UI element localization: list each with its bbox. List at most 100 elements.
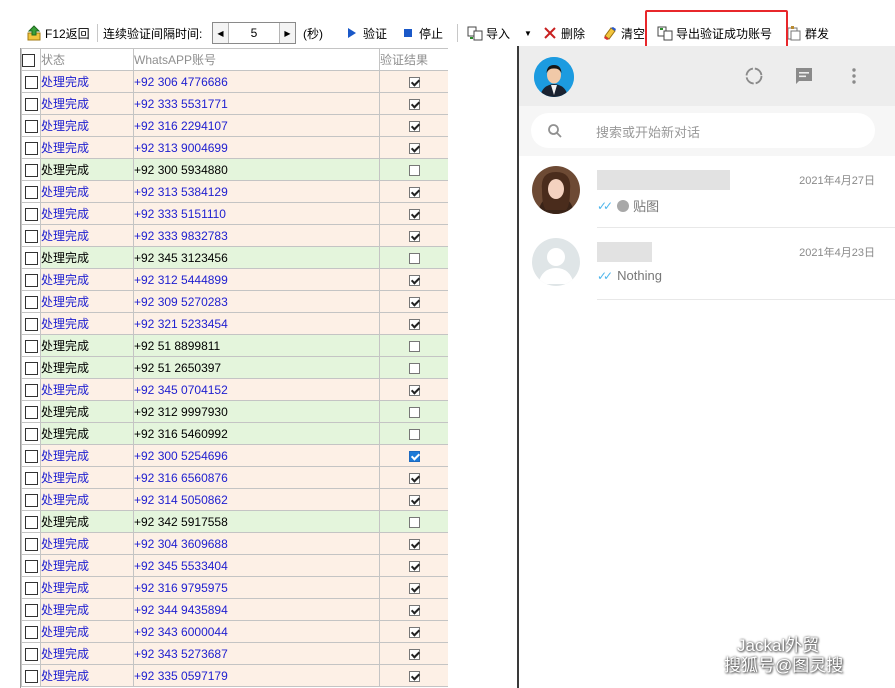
column-header-result[interactable]: 验证结果	[379, 48, 448, 71]
broadcast-button[interactable]: 群发	[786, 22, 829, 44]
column-header-phone[interactable]: WhatsAPP账号	[133, 48, 380, 71]
table-row[interactable]: 处理完成 +92 335 0597179	[21, 664, 448, 687]
table-row[interactable]: 处理完成 +92 343 6000044	[21, 620, 448, 643]
table-row[interactable]: 处理完成 +92 345 5533404	[21, 554, 448, 577]
row-result-checkbox[interactable]	[379, 268, 448, 291]
table-row[interactable]: 处理完成 +92 333 9832783	[21, 224, 448, 247]
dropdown-arrow-icon[interactable]: ▼	[524, 29, 532, 38]
row-result-checkbox[interactable]	[379, 70, 448, 93]
table-row[interactable]: 处理完成 +92 300 5934880	[21, 158, 448, 181]
row-select-checkbox[interactable]	[21, 92, 41, 115]
table-row[interactable]: 处理完成 +92 345 3123456	[21, 246, 448, 269]
row-select-checkbox[interactable]	[21, 576, 41, 599]
table-row[interactable]: 处理完成 +92 345 0704152	[21, 378, 448, 401]
row-result-checkbox[interactable]	[379, 334, 448, 357]
row-result-checkbox[interactable]	[379, 642, 448, 665]
row-result-checkbox[interactable]	[379, 114, 448, 137]
row-select-checkbox[interactable]	[21, 224, 41, 247]
row-result-checkbox[interactable]	[379, 246, 448, 269]
row-select-checkbox[interactable]	[21, 488, 41, 511]
back-button[interactable]: F12返回	[26, 22, 90, 44]
row-result-checkbox[interactable]	[379, 400, 448, 423]
table-row[interactable]: 处理完成 +92 342 5917558	[21, 510, 448, 533]
interval-stepper[interactable]: ◀ 5 ▶	[212, 22, 296, 44]
table-row[interactable]: 处理完成 +92 312 9997930	[21, 400, 448, 423]
increment-arrow-icon[interactable]: ▶	[279, 23, 295, 43]
row-select-checkbox[interactable]	[21, 642, 41, 665]
row-select-checkbox[interactable]	[21, 334, 41, 357]
row-result-checkbox[interactable]	[379, 488, 448, 511]
table-row[interactable]: 处理完成 +92 344 9435894	[21, 598, 448, 621]
table-row[interactable]: 处理完成 +92 316 2294107	[21, 114, 448, 137]
row-select-checkbox[interactable]	[21, 356, 41, 379]
row-select-checkbox[interactable]	[21, 70, 41, 93]
row-select-checkbox[interactable]	[21, 510, 41, 533]
row-select-checkbox[interactable]	[21, 312, 41, 335]
row-select-checkbox[interactable]	[21, 554, 41, 577]
row-select-checkbox[interactable]	[21, 268, 41, 291]
table-row[interactable]: 处理完成 +92 306 4776686	[21, 70, 448, 93]
table-row[interactable]: 处理完成 +92 316 9795975	[21, 576, 448, 599]
row-result-checkbox[interactable]	[379, 92, 448, 115]
row-result-checkbox[interactable]	[379, 158, 448, 181]
table-row[interactable]: 处理完成 +92 333 5151110	[21, 202, 448, 225]
row-result-checkbox[interactable]	[379, 378, 448, 401]
chat-item[interactable]: 2021年4月23日 ✓✓ Nothing	[519, 228, 895, 300]
row-select-checkbox[interactable]	[21, 466, 41, 489]
row-result-checkbox[interactable]	[379, 576, 448, 599]
table-row[interactable]: 处理完成 +92 321 5233454	[21, 312, 448, 335]
row-select-checkbox[interactable]	[21, 202, 41, 225]
table-row[interactable]: 处理完成 +92 316 5460992	[21, 422, 448, 445]
row-result-checkbox[interactable]	[379, 554, 448, 577]
column-header-status[interactable]: 状态	[40, 48, 134, 71]
table-row[interactable]: 处理完成 +92 313 9004699	[21, 136, 448, 159]
row-select-checkbox[interactable]	[21, 598, 41, 621]
select-all-checkbox[interactable]	[21, 48, 41, 71]
row-result-checkbox[interactable]	[379, 202, 448, 225]
status-icon[interactable]	[744, 66, 764, 86]
row-result-checkbox[interactable]	[379, 466, 448, 489]
table-row[interactable]: 处理完成 +92 309 5270283	[21, 290, 448, 313]
row-result-checkbox[interactable]	[379, 312, 448, 335]
clear-button[interactable]: 清空	[602, 22, 645, 44]
verify-button[interactable]: 验证	[344, 22, 387, 44]
row-result-checkbox[interactable]	[379, 510, 448, 533]
row-select-checkbox[interactable]	[21, 400, 41, 423]
row-select-checkbox[interactable]	[21, 158, 41, 181]
row-select-checkbox[interactable]	[21, 136, 41, 159]
stop-button[interactable]: 停止	[400, 22, 443, 44]
decrement-arrow-icon[interactable]: ◀	[213, 23, 229, 43]
row-result-checkbox[interactable]	[379, 356, 448, 379]
row-result-checkbox[interactable]	[379, 224, 448, 247]
row-result-checkbox[interactable]	[379, 620, 448, 643]
row-select-checkbox[interactable]	[21, 180, 41, 203]
search-input[interactable]: 搜索或开始新对话	[531, 113, 875, 148]
table-row[interactable]: 处理完成 +92 304 3609688	[21, 532, 448, 555]
table-row[interactable]: 处理完成 +92 312 5444899	[21, 268, 448, 291]
my-avatar[interactable]	[534, 57, 574, 97]
table-row[interactable]: 处理完成 +92 313 5384129	[21, 180, 448, 203]
table-row[interactable]: 处理完成 +92 51 2650397	[21, 356, 448, 379]
table-row[interactable]: 处理完成 +92 314 5050862	[21, 488, 448, 511]
menu-icon[interactable]	[844, 66, 864, 86]
row-result-checkbox[interactable]	[379, 136, 448, 159]
row-select-checkbox[interactable]	[21, 444, 41, 467]
new-chat-icon[interactable]	[794, 66, 814, 86]
row-select-checkbox[interactable]	[21, 378, 41, 401]
table-row[interactable]: 处理完成 +92 300 5254696	[21, 444, 448, 467]
import-button[interactable]: 导入 ▼	[467, 22, 532, 44]
row-select-checkbox[interactable]	[21, 532, 41, 555]
table-row[interactable]: 处理完成 +92 333 5531771	[21, 92, 448, 115]
row-result-checkbox[interactable]	[379, 290, 448, 313]
row-select-checkbox[interactable]	[21, 664, 41, 687]
row-result-checkbox[interactable]	[379, 444, 448, 467]
row-result-checkbox[interactable]	[379, 598, 448, 621]
row-select-checkbox[interactable]	[21, 290, 41, 313]
row-select-checkbox[interactable]	[21, 246, 41, 269]
row-select-checkbox[interactable]	[21, 422, 41, 445]
row-result-checkbox[interactable]	[379, 422, 448, 445]
row-select-checkbox[interactable]	[21, 114, 41, 137]
row-result-checkbox[interactable]	[379, 180, 448, 203]
row-result-checkbox[interactable]	[379, 664, 448, 687]
row-result-checkbox[interactable]	[379, 532, 448, 555]
